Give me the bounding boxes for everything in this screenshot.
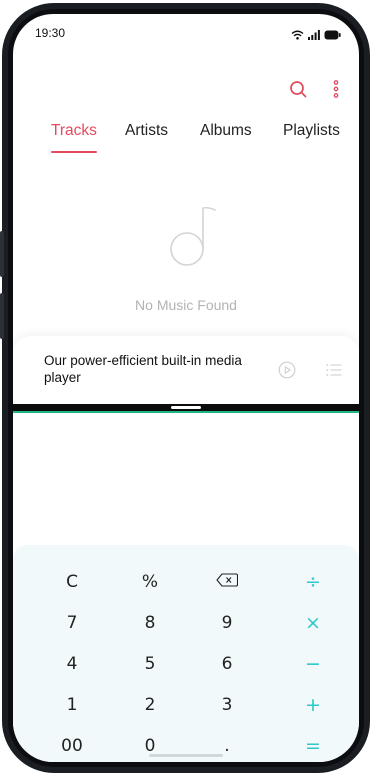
music-tabs: Tracks Artists Albums Playlists <box>13 122 359 156</box>
calculator-display <box>13 413 359 545</box>
more-vertical-icon <box>329 80 343 104</box>
playlist-icon <box>326 364 342 381</box>
more-options-button[interactable] <box>329 78 343 100</box>
key-2[interactable]: 2 <box>120 688 180 722</box>
tab-playlists[interactable]: Playlists <box>283 122 340 140</box>
search-button[interactable] <box>287 78 309 100</box>
tab-artists[interactable]: Artists <box>125 122 168 140</box>
key-double-zero[interactable]: 00 <box>42 729 102 762</box>
key-9[interactable]: 9 <box>197 606 257 640</box>
play-button[interactable] <box>278 361 296 379</box>
playlist-button[interactable] <box>326 363 342 377</box>
key-percent[interactable]: % <box>120 565 180 599</box>
key-3[interactable]: 3 <box>197 688 257 722</box>
calculator-keypad: C % ÷ 7 8 9 × 4 5 6 − 1 2 3 + 00 0 . = <box>13 545 359 762</box>
phone-frame: 19:30 Tracks Artists Albums Playlists No… <box>0 3 370 773</box>
key-6[interactable]: 6 <box>197 647 257 681</box>
music-note-icon <box>165 203 221 269</box>
status-icons <box>291 27 341 45</box>
battery-icon <box>324 27 341 45</box>
screen: 19:30 Tracks Artists Albums Playlists No… <box>13 14 359 762</box>
key-0[interactable]: 0 <box>120 729 180 762</box>
mini-player[interactable]: Our power-efficient built-in media playe… <box>13 336 359 404</box>
play-circle-icon <box>278 361 296 383</box>
key-1[interactable]: 1 <box>42 688 102 722</box>
key-decimal[interactable]: . <box>197 729 257 762</box>
tab-albums[interactable]: Albums <box>200 122 252 140</box>
key-5[interactable]: 5 <box>120 647 180 681</box>
volume-button <box>0 293 4 339</box>
divider-handle[interactable] <box>171 406 201 409</box>
key-equals[interactable]: = <box>283 729 343 762</box>
tab-tracks[interactable]: Tracks <box>51 122 97 140</box>
volume-button <box>0 231 4 277</box>
key-multiply[interactable]: × <box>283 606 343 640</box>
key-divide[interactable]: ÷ <box>283 565 343 599</box>
key-4[interactable]: 4 <box>42 647 102 681</box>
key-backspace[interactable] <box>197 565 257 599</box>
status-time: 19:30 <box>35 26 66 40</box>
split-screen-divider[interactable] <box>13 404 359 411</box>
key-add[interactable]: + <box>283 688 343 722</box>
wifi-icon <box>291 27 304 45</box>
key-8[interactable]: 8 <box>120 606 180 640</box>
search-icon <box>287 81 309 104</box>
player-title: Our power-efficient built-in media playe… <box>44 353 242 385</box>
backspace-icon <box>216 572 239 592</box>
signal-icon <box>308 27 320 45</box>
key-clear[interactable]: C <box>42 565 102 599</box>
empty-state-text: No Music Found <box>135 297 237 313</box>
key-7[interactable]: 7 <box>42 606 102 640</box>
active-tab-indicator <box>51 151 97 153</box>
key-subtract[interactable]: − <box>283 647 343 681</box>
home-indicator[interactable] <box>149 754 223 757</box>
